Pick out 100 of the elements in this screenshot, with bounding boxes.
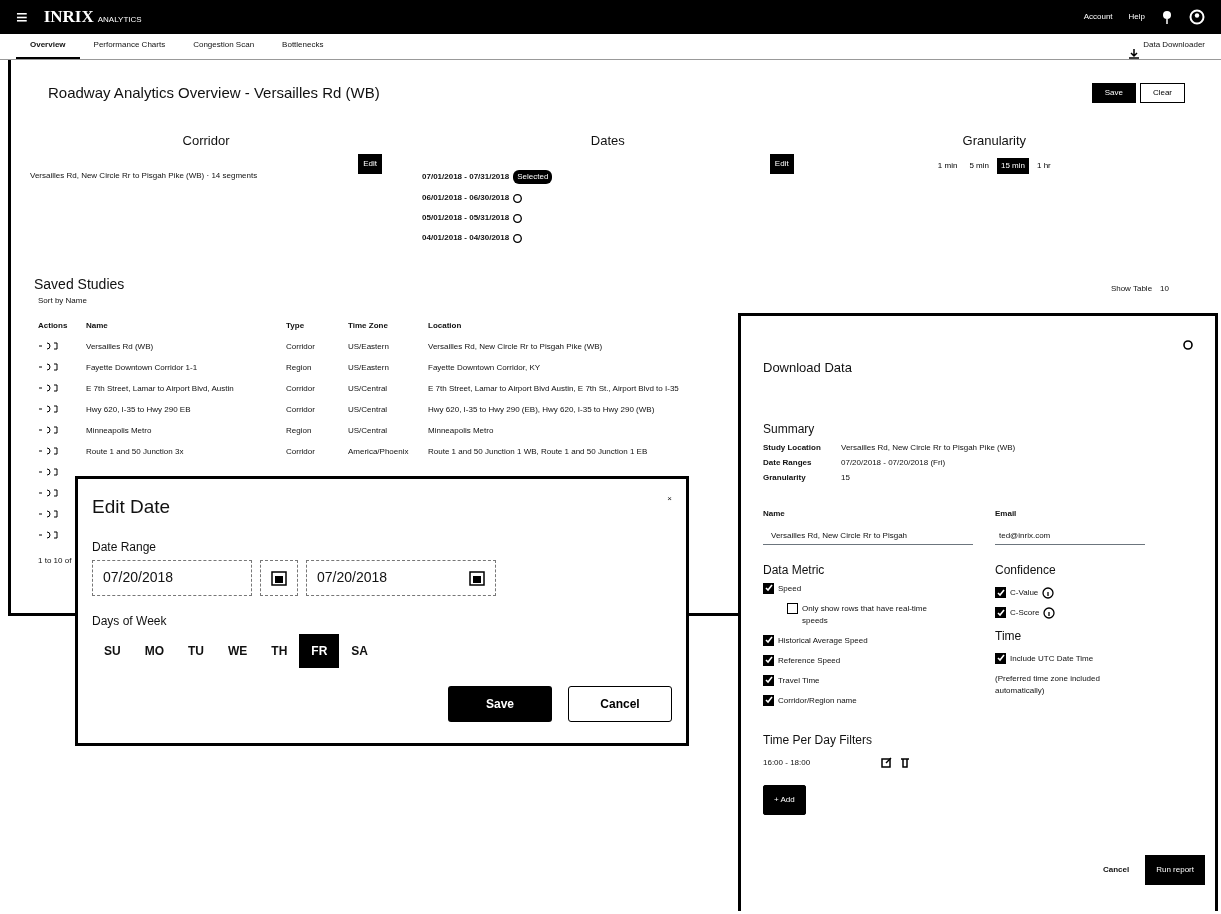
pagination-text: 1 to 10 of <box>38 555 72 567</box>
checkbox-label[interactable]: Historical Average Speed <box>778 634 868 647</box>
granularity-option[interactable]: 15 min <box>996 158 1029 174</box>
date-field[interactable]: 07/20/2018 <box>92 559 252 596</box>
checkbox[interactable] <box>763 694 774 706</box>
date-range: 04/01/2018 - 04/30/2018 <box>422 232 510 244</box>
checkbox-label[interactable]: Reference Speed <box>778 654 841 667</box>
help-link[interactable]: Help <box>1128 11 1145 23</box>
section-heading: Saved Studies <box>34 275 126 294</box>
section-heading: Dates <box>589 131 626 150</box>
checkbox[interactable] <box>763 654 774 666</box>
row-action-icons[interactable] <box>38 530 58 541</box>
table-cell-text: Corridor <box>285 445 316 458</box>
clear-button[interactable]: Clear <box>1139 83 1185 104</box>
checkbox[interactable] <box>763 674 774 686</box>
add-button[interactable]: + Add <box>763 784 806 815</box>
table-cell-text: Minneapolis Metro <box>85 424 153 437</box>
section-heading: Granularity <box>961 131 1028 150</box>
summary-value: Versailles Rd, New Circle Rr to Pisgah Pike (WB) <box>841 441 1017 454</box>
close-icon[interactable]: × <box>667 493 672 522</box>
row-action-icons[interactable] <box>38 383 58 394</box>
section-heading: Corridor <box>181 131 231 150</box>
summary-label: Granularity <box>763 471 807 484</box>
checkbox[interactable] <box>763 582 774 594</box>
trash-icon[interactable] <box>900 757 910 768</box>
table-cell-text: Corridor <box>285 403 316 416</box>
run-report-button[interactable]: Run report <box>1145 854 1205 885</box>
info-icon[interactable] <box>1043 606 1056 619</box>
checkbox-label[interactable]: Travel Time <box>778 674 820 687</box>
row-action-icons[interactable] <box>38 467 58 478</box>
save-button[interactable]: Save <box>448 685 552 722</box>
cancel-link[interactable]: Cancel <box>1102 863 1130 876</box>
menu-icon[interactable]: ≡ <box>16 2 28 32</box>
nav-tab[interactable]: Overview <box>16 33 80 59</box>
nav-tab[interactable]: Bottlenecks <box>268 33 338 59</box>
nav-tab[interactable]: Congestion Scan <box>179 33 269 59</box>
column-header: Actions <box>37 319 69 332</box>
table-cell-text: Region <box>285 361 313 374</box>
edit-button[interactable]: Edit <box>358 154 383 174</box>
field-label: Date Range <box>92 538 158 556</box>
table-cell-text: US/Central <box>347 424 389 437</box>
checkbox[interactable] <box>787 602 798 614</box>
save-button[interactable]: Save <box>1091 83 1136 104</box>
email-field[interactable]: ted@inrix.com <box>995 527 1145 545</box>
user-icon[interactable] <box>1189 9 1205 25</box>
field-label: Days of Week <box>92 612 168 630</box>
calendar-icon[interactable] <box>469 569 485 586</box>
row-action-icons[interactable] <box>38 404 58 415</box>
table-cell-text: E 7th Street, Lamar to Airport Blvd, Austin <box>85 382 235 395</box>
checkbox[interactable] <box>763 634 774 646</box>
row-action-icons[interactable] <box>38 341 58 352</box>
corridor-text: Versailles Rd, New Circle Rr to Pisgah Pike (WB) · 14 segments <box>30 170 259 182</box>
day-toggle[interactable]: FR <box>299 633 340 668</box>
data-downloader-link[interactable]: Data Downloader <box>1139 33 1205 59</box>
page-size-select[interactable]: 10 <box>1160 283 1169 295</box>
pin-icon[interactable] <box>1161 9 1173 25</box>
row-action-icons[interactable] <box>38 446 58 457</box>
info-icon[interactable] <box>1042 586 1055 599</box>
section-heading: Time <box>995 627 1023 645</box>
checkbox-label[interactable]: Only show rows that have real-time speeds <box>802 602 942 627</box>
logo: INRIX <box>43 6 94 29</box>
user-name[interactable]: Account <box>1083 11 1113 23</box>
checkbox-label[interactable]: C-Value <box>1010 586 1039 599</box>
date-field[interactable]: 07/20/2018 <box>306 559 496 596</box>
row-action-icons[interactable] <box>38 425 58 436</box>
name-field[interactable]: Versailles Rd, New Circle Rr to Pisgah <box>763 527 973 545</box>
table-cell-text: US/Eastern <box>347 361 390 374</box>
edit-icon[interactable] <box>881 757 892 768</box>
table-cell-text: Hwy 620, I-35 to Hwy 290 EB <box>85 403 192 416</box>
checkbox[interactable] <box>995 587 1006 598</box>
edit-button[interactable]: Edit <box>769 154 794 174</box>
row-action-icons[interactable] <box>38 509 58 520</box>
table-cell-text: Hwy 620, I-35 to Hwy 290 (EB), Hwy 620, I-35 to Hwy 290 (WB) <box>427 403 656 416</box>
sort-label[interactable]: Sort by Name <box>38 295 1185 307</box>
checkbox-label[interactable]: Speed <box>778 582 802 595</box>
checkbox[interactable] <box>995 652 1006 664</box>
calendar-button[interactable] <box>260 559 298 596</box>
section-heading: Time Per Day Filters <box>763 731 873 749</box>
table-cell-text: Corridor <box>285 340 316 353</box>
checkbox[interactable] <box>995 607 1006 618</box>
column-header: Type <box>285 319 306 332</box>
checkbox-label[interactable]: Corridor/Region name <box>778 694 857 707</box>
table-cell-text: Versailles Rd, New Circle Rr to Pisgah Pike (WB) <box>427 340 604 353</box>
table-cell-text: US/Central <box>347 382 389 395</box>
column-header: Time Zone <box>347 319 389 332</box>
nav-tab[interactable]: Performance Charts <box>79 33 180 59</box>
table-cell-text: Region <box>285 424 313 437</box>
row-action-icons[interactable] <box>38 488 58 499</box>
page-title: Roadway Analytics Overview - Versailles Rd (WB) <box>48 83 381 103</box>
download-icon <box>1129 49 1140 59</box>
date-range: 05/01/2018 - 05/31/2018 <box>422 212 510 224</box>
table-cell-text: Route 1 and 50 Junction 3x <box>85 445 185 458</box>
row-action-icons[interactable] <box>38 362 58 373</box>
checkbox-label[interactable]: Include UTC Date Time <box>1010 652 1094 665</box>
cancel-button[interactable]: Cancel <box>568 685 672 722</box>
checkbox-label[interactable]: C-Score <box>1010 606 1040 619</box>
column-header: Location <box>427 319 463 332</box>
section-heading: Summary <box>763 420 816 438</box>
logo-subtitle: ANALYTICS <box>97 14 142 27</box>
table-cell-text: Fayette Downtown Corridor, KY <box>427 361 542 374</box>
